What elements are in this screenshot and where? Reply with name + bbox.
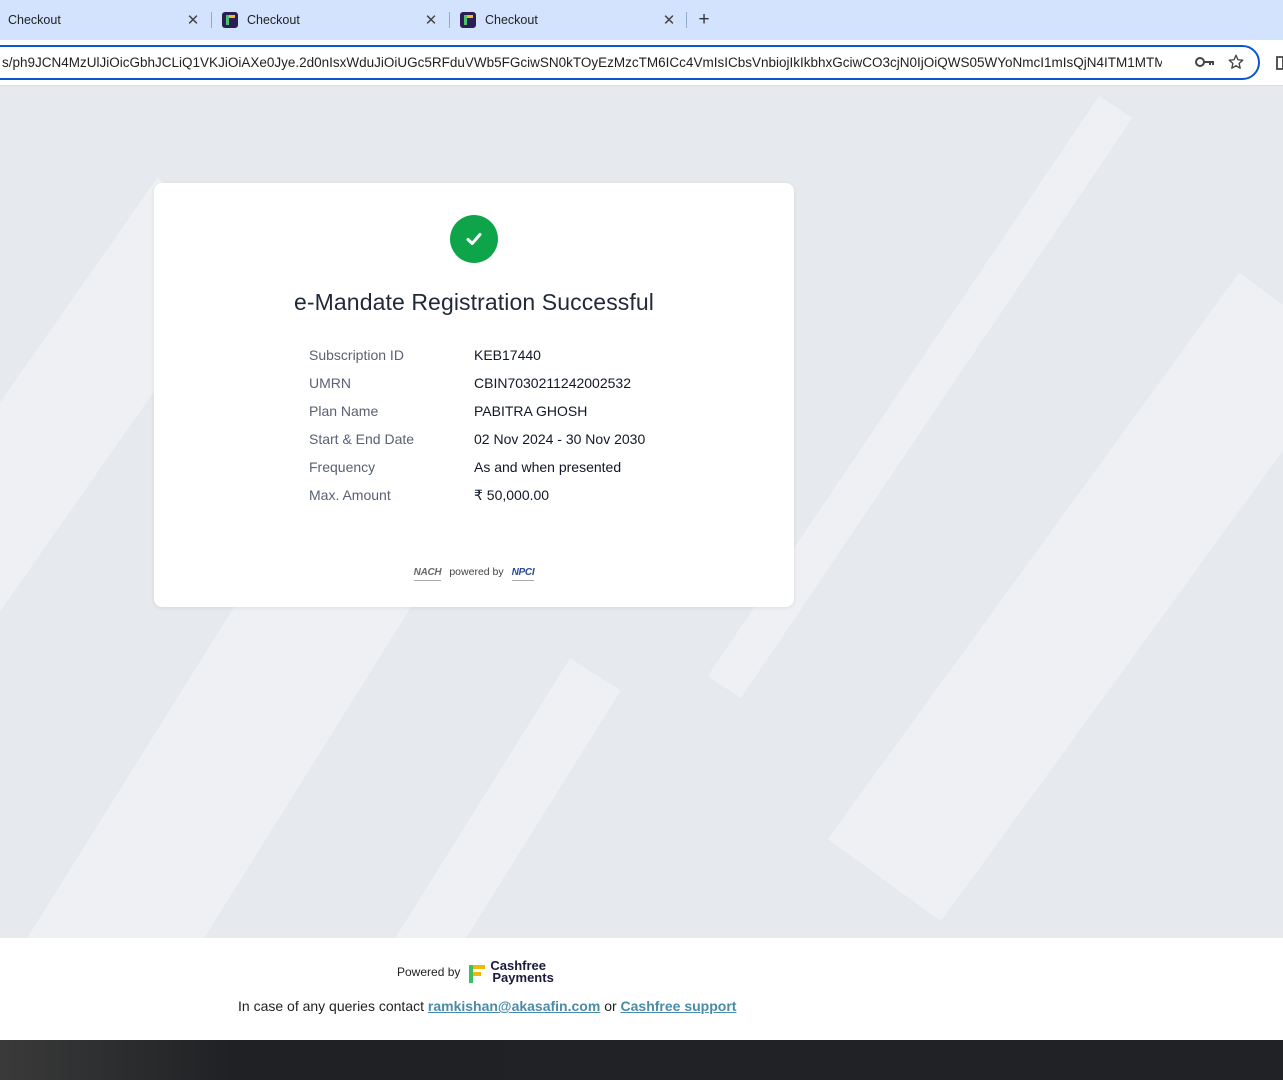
detail-row-umrn: UMRN CBIN7030211242002532	[309, 369, 709, 397]
tab-title: Checkout	[247, 13, 300, 27]
npci-logo: NPCI	[511, 566, 535, 581]
cashfree-powered-by: Powered by Cashfree Payments	[397, 959, 554, 985]
nach-logo: NACH	[413, 566, 442, 581]
tab-separator	[449, 12, 450, 28]
address-bar[interactable]: s/ph9JCN4MzUlJiOicGbhJCLiQ1VKJiOiAXe0Jye…	[0, 45, 1260, 80]
detail-row-max-amount: Max. Amount ₹ 50,000.00	[309, 481, 709, 509]
url-text[interactable]: s/ph9JCN4MzUlJiOicGbhJCLiQ1VKJiOiAXe0Jye…	[2, 55, 1162, 70]
powered-by-label: Powered by	[397, 965, 461, 979]
mandate-success-card: e-Mandate Registration Successful Subscr…	[154, 183, 794, 607]
password-key-icon[interactable]	[1195, 54, 1215, 70]
new-tab-button[interactable]: +	[694, 9, 714, 30]
cashfree-favicon-icon	[222, 12, 238, 28]
cashfree-favicon-icon	[460, 12, 476, 28]
close-icon[interactable]: ✕	[660, 11, 678, 29]
detail-label: Start & End Date	[309, 431, 415, 447]
contact-prefix: In case of any queries contact	[238, 998, 424, 1014]
tab-separator	[686, 12, 687, 28]
background-stripe	[827, 272, 1283, 922]
mandate-details: Subscription ID KEB17440 UMRN CBIN703021…	[309, 341, 709, 509]
page-footer: Powered by Cashfree Payments In case of …	[0, 938, 1283, 1040]
detail-label: Frequency	[309, 459, 376, 475]
contact-or: or	[604, 998, 617, 1014]
cashfree-support-link[interactable]: Cashfree support	[621, 998, 737, 1014]
detail-row-frequency: Frequency As and when presented	[309, 453, 709, 481]
close-icon[interactable]: ✕	[422, 11, 440, 29]
merchant-email-link[interactable]: ramkishan@akasafin.com	[428, 998, 600, 1014]
close-icon[interactable]: ✕	[184, 11, 202, 29]
detail-label: Max. Amount	[309, 487, 391, 503]
tab-title: Checkout	[8, 13, 61, 27]
tab-separator	[211, 12, 212, 28]
background-stripe	[379, 658, 621, 938]
detail-row-dates: Start & End Date 02 Nov 2024 - 30 Nov 20…	[309, 425, 709, 453]
cashfree-mark-icon	[468, 961, 486, 983]
taskbar-strip	[0, 1040, 1283, 1080]
tab-checkout-1[interactable]: Checkout ✕	[8, 6, 202, 34]
browser-toolbar: s/ph9JCN4MzUlJiOicGbhJCLiQ1VKJiOiAXe0Jye…	[0, 40, 1283, 86]
detail-value: 02 Nov 2024 - 30 Nov 2030	[474, 431, 646, 447]
tab-title: Checkout	[485, 13, 538, 27]
detail-value: PABITRA GHOSH	[474, 403, 588, 419]
bookmark-star-icon[interactable]	[1227, 53, 1245, 71]
detail-value: CBIN7030211242002532	[474, 375, 631, 391]
detail-label: UMRN	[309, 375, 351, 391]
cashfree-logo: Cashfree Payments	[468, 959, 554, 985]
detail-value: ₹ 50,000.00	[474, 486, 550, 503]
check-icon	[450, 215, 498, 263]
powered-by-text: powered by	[449, 566, 504, 578]
extensions-puzzle-icon[interactable]	[1275, 54, 1283, 72]
cashfree-brand-line2: Payments	[492, 970, 554, 985]
detail-label: Subscription ID	[309, 347, 404, 363]
tab-checkout-3[interactable]: Checkout ✕	[460, 6, 678, 34]
detail-row-plan-name: Plan Name PABITRA GHOSH	[309, 397, 709, 425]
detail-value: As and when presented	[474, 459, 622, 475]
detail-label: Plan Name	[309, 403, 379, 419]
page-title: e-Mandate Registration Successful	[294, 289, 654, 315]
contact-line: In case of any queries contact ramkishan…	[238, 998, 736, 1014]
tab-checkout-2[interactable]: Checkout ✕	[222, 6, 440, 34]
detail-value: KEB17440	[474, 347, 541, 363]
detail-row-subscription-id: Subscription ID KEB17440	[309, 341, 709, 369]
nach-npci-badge: NACH powered by NPCI	[154, 566, 794, 581]
tab-strip: Checkout ✕ Checkout ✕ Checkout ✕ +	[0, 0, 1283, 40]
